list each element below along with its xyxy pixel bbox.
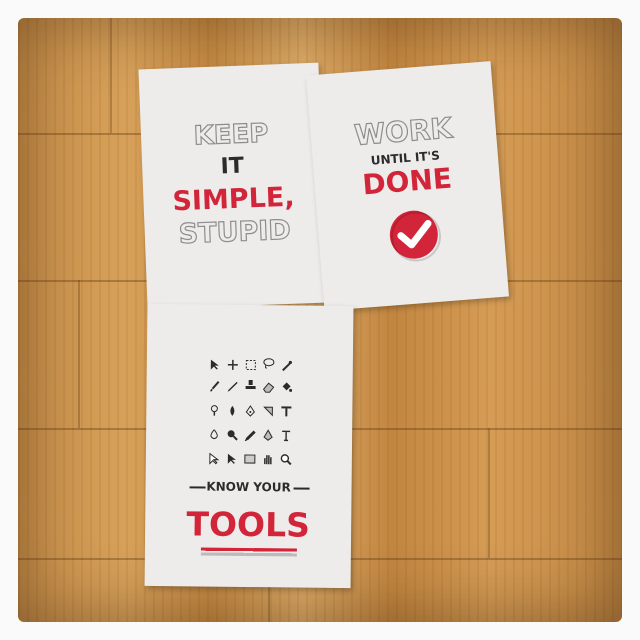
poster-text-simple: SIMPLE,: [171, 181, 296, 218]
arrow-icon: [227, 453, 236, 464]
check-badge-icon: [389, 210, 441, 262]
photo-frame: KEEP IT SIMPLE, STUPID WORK UNTIL IT'S D…: [0, 0, 640, 640]
pen-nib-icon: [263, 429, 273, 441]
poster-text-tools: TOOLS: [186, 504, 311, 545]
move-icon: [227, 359, 238, 370]
pointer-icon: [210, 359, 219, 370]
poster-text-stupid: STUPID: [178, 214, 292, 251]
divider-line: [293, 487, 310, 490]
plank-seam: [488, 428, 490, 558]
marquee-icon: [245, 359, 256, 371]
magic-wand-icon: [282, 360, 292, 372]
poster-text-know-your: KNOW YOUR: [206, 479, 291, 495]
bucket-icon: [282, 382, 293, 392]
zoom-icon: [227, 430, 238, 441]
hand-icon: [264, 455, 272, 465]
shape-icon: [263, 406, 273, 417]
poster-know-your-tools: KNOW YOUR TOOLS: [144, 303, 354, 589]
poster-text-it: IT: [220, 153, 245, 180]
burn-icon: [230, 405, 235, 416]
wood-floor-photo: KEEP IT SIMPLE, STUPID WORK UNTIL IT'S D…: [18, 18, 622, 622]
eraser-icon: [262, 382, 275, 393]
pen-icon: [245, 405, 255, 417]
poster-keep-it-simple: KEEP IT SIMPLE, STUPID: [138, 62, 328, 310]
magnifier-icon: [280, 454, 292, 466]
plank-seam: [110, 18, 112, 133]
poster-work-until-done: WORK UNTIL IT'S DONE: [306, 61, 509, 311]
type-icon: [281, 406, 292, 417]
poster-text-keep: KEEP: [193, 118, 270, 152]
plank-seam: [78, 280, 80, 428]
pipette-icon: [244, 430, 256, 442]
rectangle-icon: [244, 454, 256, 464]
lasso-icon: [263, 358, 275, 369]
path-select-icon: [209, 452, 220, 465]
brush-icon: [210, 381, 220, 392]
pencil-icon: [227, 381, 238, 392]
tools-underline: [200, 547, 297, 557]
clone-stamp-icon: [245, 379, 256, 390]
droplet-icon: [210, 429, 218, 440]
text-cursor-icon: [282, 430, 291, 442]
dodge-icon: [210, 405, 218, 416]
tool-icon-grid: [202, 355, 299, 474]
